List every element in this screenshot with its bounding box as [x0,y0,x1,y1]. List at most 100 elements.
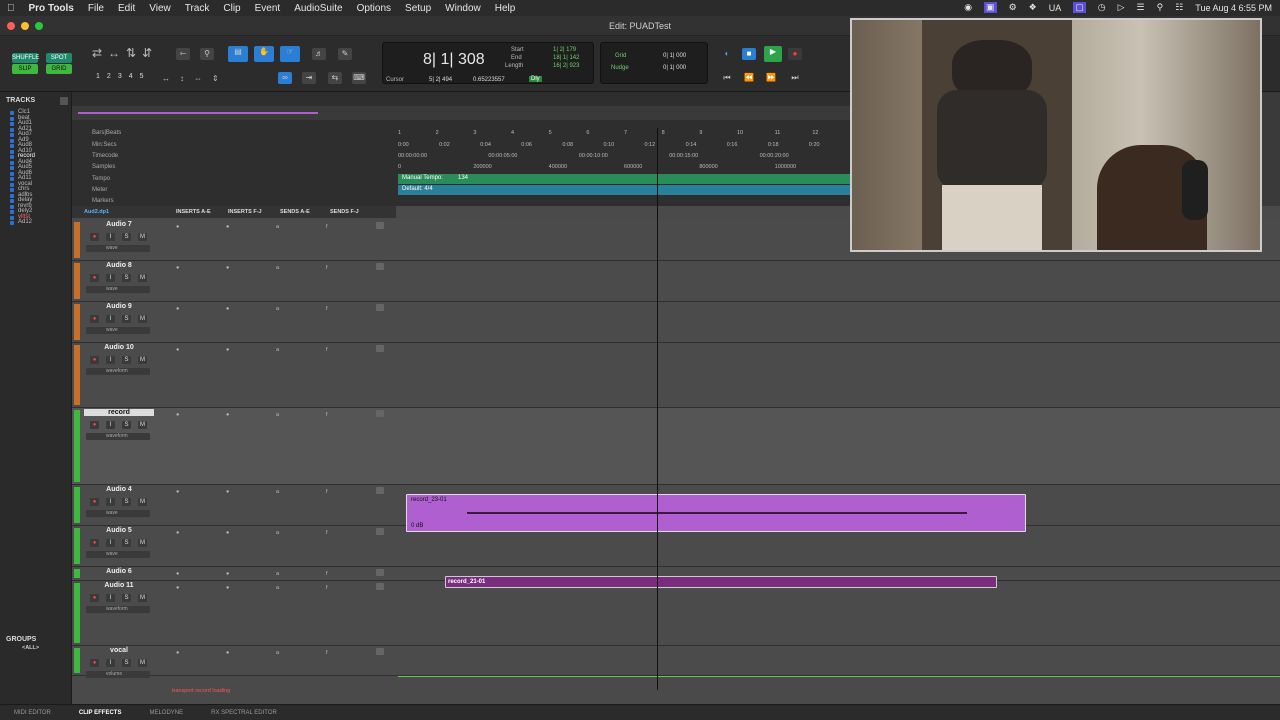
audio-clip-record-23[interactable]: record_23-01 0 dB [406,494,1026,532]
tab-to-transient-icon[interactable]: ⇥ [302,72,316,84]
send-slot[interactable]: a [276,224,279,230]
send-slot[interactable]: a [276,412,279,418]
input-monitor-button[interactable]: I [106,356,115,364]
insert-slot[interactable]: ● [176,530,179,536]
selection-length[interactable]: 16| 2| 923 [553,63,579,69]
keyboard-focus-icon[interactable]: ⌨ [352,72,366,84]
menu-app[interactable]: Pro Tools [22,3,81,14]
track-name[interactable]: Audio 10 [84,344,154,351]
input-monitor-button[interactable]: I [106,315,115,323]
mute-button[interactable]: M [138,274,147,282]
track-view-selector[interactable]: wave [86,245,150,252]
tab-midi-editor[interactable]: MIDI EDITOR [0,710,65,716]
ruler-label-bars[interactable]: Bars|Beats [92,130,121,136]
insert-slot[interactable]: ● [176,412,179,418]
track-menu-icon[interactable] [376,345,384,352]
groups-header[interactable]: GROUPS [6,636,66,643]
insert-slot[interactable]: ● [176,650,179,656]
tab-clip-effects[interactable]: CLIP EFFECTS [65,710,136,716]
column-header-sends-ae[interactable]: SENDS A-E [280,209,310,215]
fast-forward-icon[interactable]: ⏩ [764,72,778,84]
track-menu-icon[interactable] [376,487,384,494]
record-arm-button[interactable]: ● [90,233,99,241]
record-arm-button[interactable]: ● [90,274,99,282]
edit-tools-row[interactable]: ↔↕⇔⇕ [162,74,229,83]
track-name[interactable]: record [84,409,154,416]
solo-button[interactable]: S [122,659,131,667]
insert-slot[interactable]: ● [226,347,229,353]
send-slot[interactable]: a [276,650,279,656]
play-status-icon[interactable]: ▷ [1118,2,1125,13]
insert-slot[interactable]: ● [176,224,179,230]
menu-file[interactable]: File [81,3,111,14]
insert-slot[interactable]: ● [226,489,229,495]
track-view-selector[interactable]: wave [86,510,150,517]
menu-window[interactable]: Window [438,3,488,14]
track-menu-icon[interactable] [376,583,384,590]
sync-icon[interactable]: ❖ [1029,2,1037,13]
insert-slot[interactable]: ● [176,347,179,353]
ruler-label-minsecs[interactable]: Min:Secs [92,142,117,148]
column-header-inserts-fj[interactable]: INSERTS F-J [228,209,262,215]
ua-label[interactable]: UA [1049,3,1062,13]
return-to-zero-icon[interactable]: ⏮ [720,72,734,84]
record-arm-button[interactable]: ● [90,594,99,602]
mute-button[interactable]: M [138,315,147,323]
control-center-icon[interactable]: ☷ [1175,2,1183,13]
insert-slot[interactable]: ● [226,650,229,656]
solo-button[interactable]: S [122,594,131,602]
send-slot[interactable]: f [326,412,328,418]
insert-slot[interactable]: ● [226,265,229,271]
insert-slot[interactable]: ● [226,224,229,230]
track-list-item[interactable]: Ad12 [8,219,35,226]
menu-event[interactable]: Event [248,3,288,14]
spot-mode-button[interactable]: SPOT [46,53,72,63]
close-button[interactable] [7,22,15,30]
record-arm-button[interactable]: ● [90,421,99,429]
zoom-preset-1[interactable]: 1 [96,73,107,80]
grid-value[interactable]: 0| 1| 000 [663,53,686,59]
solo-button[interactable]: S [122,498,131,506]
apple-icon[interactable]:  [0,3,22,14]
record-arm-button[interactable]: ● [90,498,99,506]
track-menu-icon[interactable] [376,528,384,535]
zoom-tool-icon[interactable]: ⚲ [200,48,214,60]
send-slot[interactable]: f [326,224,328,230]
grabber-tool-icon[interactable]: ✋ [254,46,274,62]
record-arm-button[interactable]: ● [90,315,99,323]
input-monitor-button[interactable]: I [106,498,115,506]
send-slot[interactable]: f [326,265,328,271]
track-name[interactable]: Audio 6 [84,568,154,575]
track-menu-icon[interactable] [376,304,384,311]
timemachine-icon[interactable]: ◷ [1098,2,1106,13]
menu-setup[interactable]: Setup [398,3,438,14]
trim-tool-icon[interactable]: ⇽ [176,48,190,60]
input-monitor-button[interactable]: I [106,659,115,667]
grid-label[interactable]: Grid [615,53,626,59]
insert-slot[interactable]: ● [226,585,229,591]
grid-mode-button[interactable]: GRID [46,64,72,74]
insert-slot[interactable]: ● [226,412,229,418]
column-header-inserts-ae[interactable]: INSERTS A-E [176,209,211,215]
playhead-cursor[interactable] [657,128,658,690]
main-counter[interactable]: 8| 1| 308 Start End Length 1| 2| 179 18|… [382,42,594,84]
send-slot[interactable]: a [276,530,279,536]
track-name[interactable]: Audio 8 [84,262,154,269]
mirror-midi-icon[interactable]: ⇆ [328,72,342,84]
track-row[interactable]: vocal ● I S Mvolume ● ● a f [72,646,1280,678]
column-header-sends-fj[interactable]: SENDS F-J [330,209,359,215]
menu-options[interactable]: Options [350,3,398,14]
input-monitor-button[interactable]: I [106,539,115,547]
track-view-selector[interactable]: waveform [86,368,150,375]
solo-button[interactable]: S [122,356,131,364]
menu-clip[interactable]: Clip [216,3,247,14]
menu-view[interactable]: View [142,3,178,14]
ruler-label-tempo[interactable]: Tempo [92,176,110,182]
track-menu-icon[interactable] [376,410,384,417]
track-name[interactable]: Audio 4 [84,486,154,493]
link-icon[interactable]: ∞ [278,72,292,84]
status-icon[interactable]: ◉ [964,2,972,13]
tab-melodyne[interactable]: MELODYNE [135,710,197,716]
search-icon[interactable]: ⚲ [1157,2,1164,13]
input-monitor-button[interactable]: I [106,421,115,429]
